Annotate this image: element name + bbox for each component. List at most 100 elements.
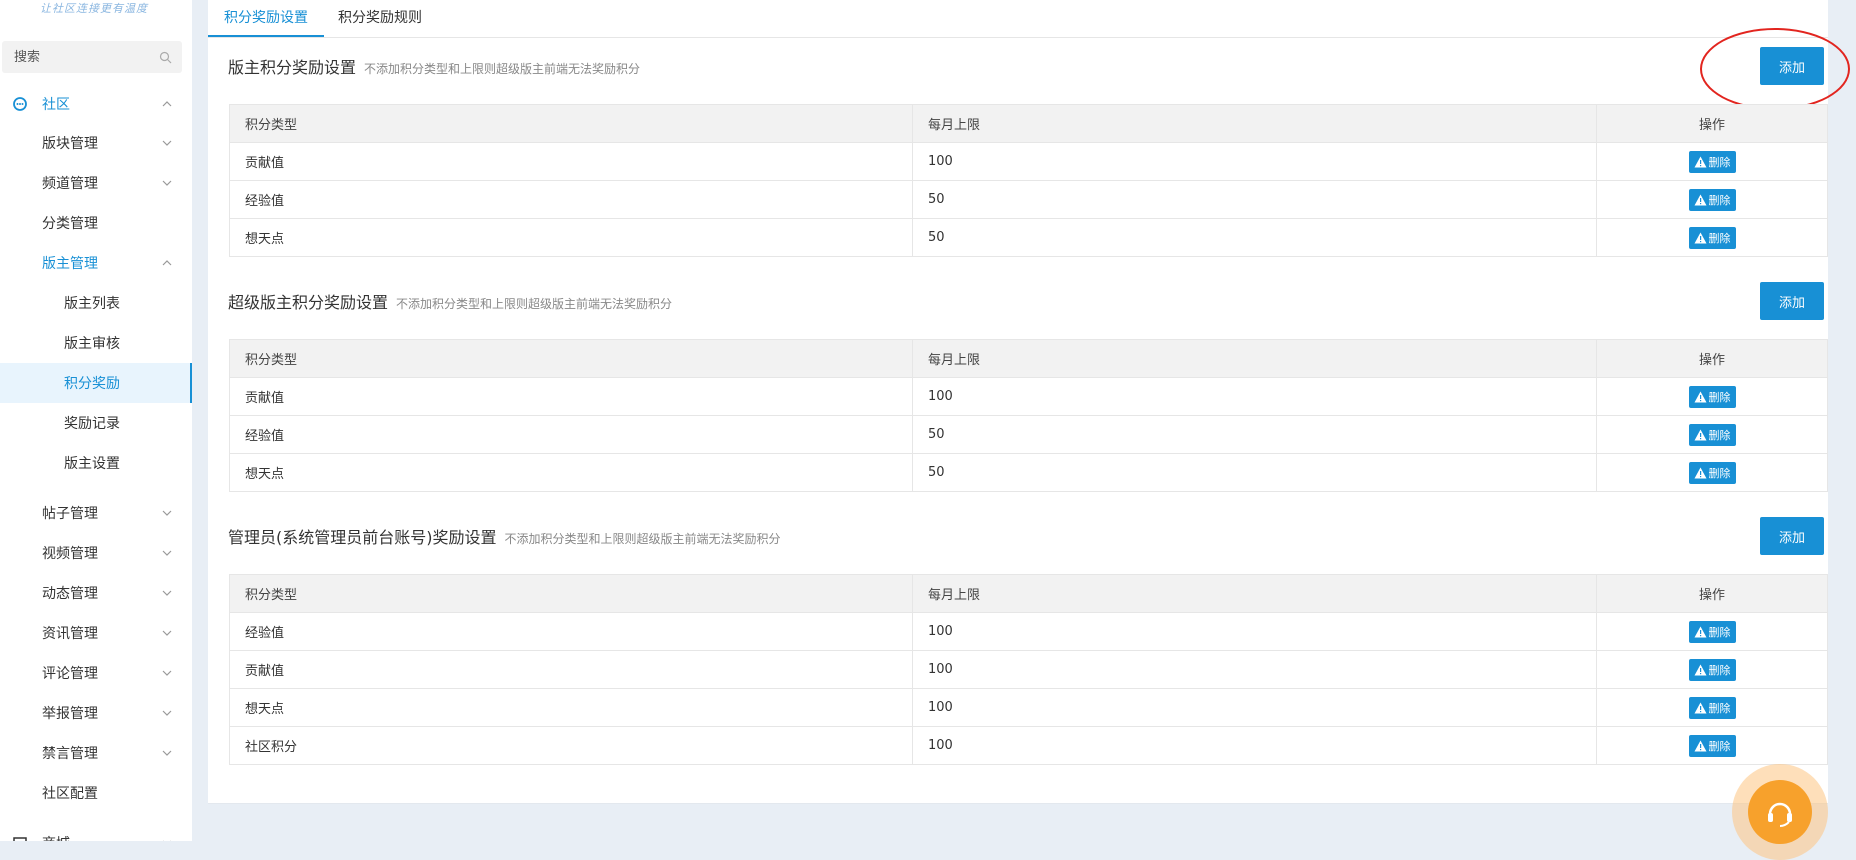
table-row: 想天点 50 删除 [229, 453, 1828, 492]
delete-button[interactable]: 删除 [1688, 385, 1736, 408]
cell-limit: 50 [912, 415, 1597, 454]
sidebar-item-label: 奖励记录 [64, 416, 120, 432]
search-input[interactable] [12, 48, 136, 66]
table-row: 经验值 100 删除 [229, 612, 1828, 651]
cell-type: 想天点 [229, 453, 913, 492]
sidebar-item-label: 版主设置 [64, 456, 120, 472]
sidebar-item-community-config[interactable]: 社区配置 [0, 773, 192, 813]
delete-label: 删除 [1708, 739, 1731, 753]
sidebar-item-videos[interactable]: 视频管理 [0, 533, 192, 573]
section-hint: 不添加积分类型和上限则超级版主前端无法奖励积分 [364, 62, 641, 76]
nav-group-community[interactable]: 社区 [0, 84, 192, 124]
points-table: 积分类型 每月上限 操作 贡献值 100 删除 经验值 50 删除 想天点 50… [229, 339, 1828, 492]
add-button[interactable]: 添加 [1760, 282, 1824, 320]
table-row: 贡献值 100 删除 [229, 142, 1828, 181]
search-box[interactable] [2, 41, 182, 73]
cell-op: 删除 [1596, 142, 1828, 181]
cell-limit: 100 [912, 612, 1597, 651]
table-row: 贡献值 100 删除 [229, 377, 1828, 416]
cell-type: 想天点 [229, 218, 913, 257]
sidebar-item-label: 禁言管理 [42, 746, 98, 762]
customer-service-button[interactable] [1732, 764, 1828, 860]
cell-op: 删除 [1596, 415, 1828, 454]
sidebar-item-comments[interactable]: 评论管理 [0, 653, 192, 693]
cell-type: 社区积分 [229, 726, 913, 765]
col-header-limit: 每月上限 [912, 339, 1597, 378]
delete-button[interactable]: 删除 [1688, 461, 1736, 484]
delete-label: 删除 [1708, 625, 1731, 639]
chevron-down-icon [162, 140, 172, 146]
chevron-down-icon [162, 590, 172, 596]
table-row: 贡献值 100 删除 [229, 650, 1828, 689]
section-heading: 版主积分奖励设置 [228, 58, 357, 77]
delete-button[interactable]: 删除 [1688, 734, 1736, 757]
col-header-limit: 每月上限 [912, 104, 1597, 143]
sidebar-item-category[interactable]: 分类管理 [0, 203, 192, 243]
sidebar-item-label: 版块管理 [42, 136, 98, 152]
col-header-type: 积分类型 [229, 104, 913, 143]
nav-group-mall[interactable]: 商城 [0, 823, 192, 841]
sidebar-item-label: 视频管理 [42, 546, 98, 562]
cell-type: 经验值 [229, 612, 913, 651]
cell-op: 删除 [1596, 726, 1828, 765]
sidebar-item-dynamics[interactable]: 动态管理 [0, 573, 192, 613]
delete-button[interactable]: 删除 [1688, 423, 1736, 446]
points-table: 积分类型 每月上限 操作 经验值 100 删除 贡献值 100 删除 想天点 1… [229, 574, 1828, 765]
nav-group-label: 社区 [42, 97, 70, 113]
headset-icon-wrap [1748, 780, 1812, 844]
table-row: 想天点 50 删除 [229, 218, 1828, 257]
delete-label: 删除 [1708, 663, 1731, 677]
sidebar-item-moderator-list[interactable]: 版主列表 [0, 283, 192, 323]
tab-points-rules[interactable]: 积分奖励规则 [322, 0, 438, 37]
warning-icon [1694, 702, 1706, 713]
cell-limit: 50 [912, 218, 1597, 257]
shop-icon [13, 837, 27, 841]
sidebar-item-posts[interactable]: 帖子管理 [0, 493, 192, 533]
sidebar-item-channel[interactable]: 频道管理 [0, 163, 192, 203]
section-title: 版主积分奖励设置 不添加积分类型和上限则超级版主前端无法奖励积分 [228, 54, 640, 78]
table-row: 社区积分 100 删除 [229, 726, 1828, 765]
sidebar-item-reward-records[interactable]: 奖励记录 [0, 403, 192, 443]
sidebar-item-label: 版主管理 [42, 256, 98, 272]
sidebar-item-points-reward[interactable]: 积分奖励 [0, 363, 192, 403]
cell-type: 经验值 [229, 415, 913, 454]
chevron-down-icon [162, 710, 172, 716]
tab-points-settings[interactable]: 积分奖励设置 [208, 0, 324, 37]
delete-button[interactable]: 删除 [1688, 696, 1736, 719]
chevron-down-icon [162, 510, 172, 516]
cell-limit: 50 [912, 180, 1597, 219]
chevron-down-icon [162, 180, 172, 186]
delete-button[interactable]: 删除 [1688, 620, 1736, 643]
delete-button[interactable]: 删除 [1688, 188, 1736, 211]
cell-type: 贡献值 [229, 142, 913, 181]
delete-button[interactable]: 删除 [1688, 226, 1736, 249]
section-hint: 不添加积分类型和上限则超级版主前端无法奖励积分 [504, 532, 781, 546]
warning-icon [1694, 391, 1706, 402]
table-header-row: 积分类型 每月上限 操作 [229, 339, 1828, 378]
sidebar-item-news[interactable]: 资讯管理 [0, 613, 192, 653]
sidebar-item-reports[interactable]: 举报管理 [0, 693, 192, 733]
headset-icon [1768, 802, 1792, 827]
cell-limit: 100 [912, 688, 1597, 727]
col-header-type: 积分类型 [229, 574, 913, 613]
sidebar-item-moderator-review[interactable]: 版主审核 [0, 323, 192, 363]
delete-label: 删除 [1708, 193, 1731, 207]
sidebar-item-label: 版主审核 [64, 336, 120, 352]
cell-op: 删除 [1596, 377, 1828, 416]
sidebar-item-mute[interactable]: 禁言管理 [0, 733, 192, 773]
sidebar-item-moderator[interactable]: 版主管理 [0, 243, 192, 283]
add-button[interactable]: 添加 [1760, 517, 1824, 555]
sidebar-item-label: 分类管理 [42, 216, 98, 232]
sidebar-item-label: 版主列表 [64, 296, 120, 312]
chat-icon [13, 97, 27, 111]
warning-icon [1694, 467, 1706, 478]
sidebar-item-moderator-settings[interactable]: 版主设置 [0, 443, 192, 483]
table-row: 经验值 50 删除 [229, 180, 1828, 219]
chevron-down-icon [162, 550, 172, 556]
cell-op: 删除 [1596, 453, 1828, 492]
cell-op: 删除 [1596, 218, 1828, 257]
delete-button[interactable]: 删除 [1688, 658, 1736, 681]
delete-button[interactable]: 删除 [1688, 150, 1736, 173]
sidebar-item-label: 动态管理 [42, 586, 98, 602]
sidebar-item-board[interactable]: 版块管理 [0, 123, 192, 163]
